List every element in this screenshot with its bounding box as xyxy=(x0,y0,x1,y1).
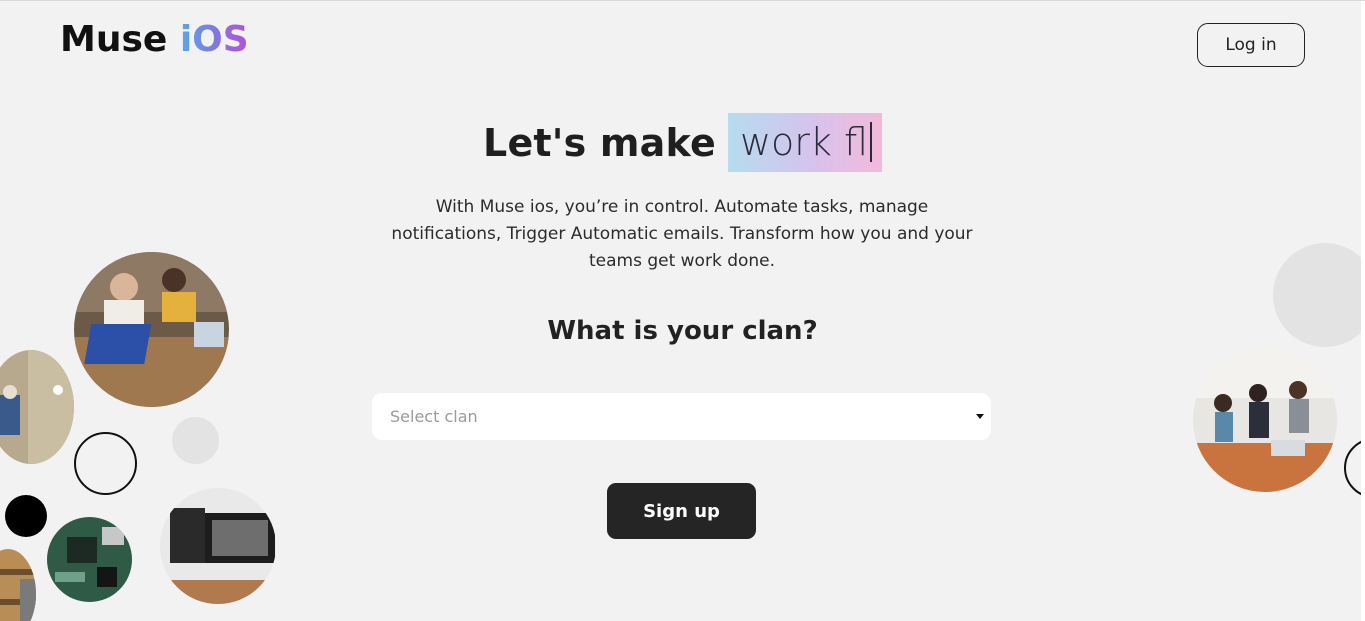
clan-select-placeholder: Select clan xyxy=(390,407,478,426)
login-button[interactable]: Log in xyxy=(1197,23,1305,67)
decorative-dot-dark xyxy=(5,495,47,537)
hero-typed-text-box: work fl xyxy=(727,113,882,172)
brand-logo[interactable]: Muse iOS xyxy=(60,19,249,60)
signup-button[interactable]: Sign up xyxy=(607,483,756,539)
warehouse-photo xyxy=(0,350,74,464)
typing-cursor xyxy=(869,121,872,162)
circuit-board-photo xyxy=(47,517,132,602)
hero-static-text: Let's make xyxy=(483,120,716,165)
clan-select[interactable]: Select clan xyxy=(372,393,991,440)
logo-main-text: Muse xyxy=(60,19,180,60)
decorative-dot-light xyxy=(172,417,219,464)
hero-headline: Let's make work fl xyxy=(0,113,1365,172)
team-meeting-photo xyxy=(74,252,229,407)
bookshelf-photo xyxy=(0,549,36,621)
team-office-photo xyxy=(1193,348,1337,492)
workstation-photo xyxy=(160,488,276,604)
hero-subtitle: With Muse ios, you’re in control. Automa… xyxy=(391,197,973,271)
logo-accent-text: iOS xyxy=(179,19,249,60)
page-scroll-edge xyxy=(1361,1,1365,621)
hero-typed-text: work fl xyxy=(739,119,868,164)
chevron-down-icon xyxy=(976,414,984,419)
decorative-ring xyxy=(74,432,137,495)
